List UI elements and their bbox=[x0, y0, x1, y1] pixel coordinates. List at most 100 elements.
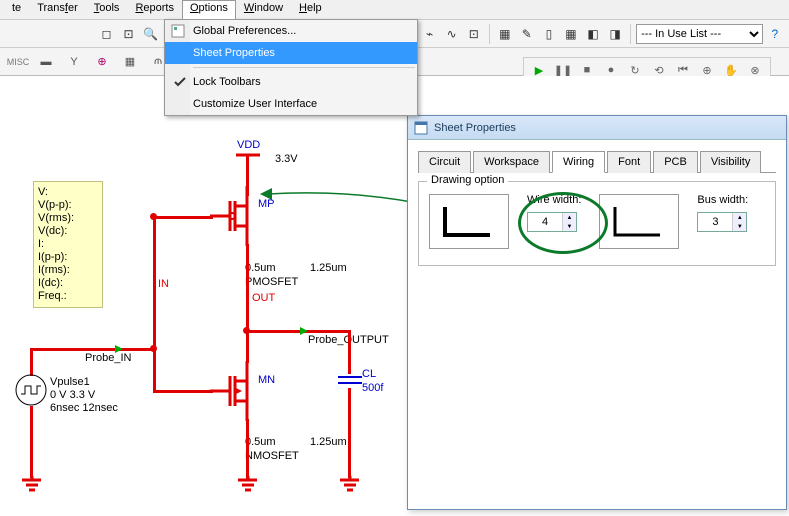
pmos-w: 0.5um bbox=[245, 262, 276, 274]
options-dropdown: Global Preferences... Sheet Properties L… bbox=[164, 19, 418, 116]
probe-in-label: Probe_IN bbox=[85, 352, 131, 364]
wire-in-nmos bbox=[153, 390, 213, 393]
cap-value: 500f bbox=[362, 382, 383, 394]
bus-width-down[interactable]: ▼ bbox=[733, 222, 746, 231]
out-label: OUT bbox=[252, 292, 275, 304]
tool-icon-9[interactable]: ✎ bbox=[517, 23, 537, 45]
drawing-option-legend: Drawing option bbox=[427, 174, 508, 186]
wire-cap-top bbox=[348, 330, 351, 374]
pmos-type: PMOSFET bbox=[245, 276, 298, 288]
pmos-l: 1.25um bbox=[310, 262, 347, 274]
tab-pcb[interactable]: PCB bbox=[653, 151, 698, 173]
bus-preview bbox=[599, 194, 679, 249]
fullscreen-icon[interactable]: ◻ bbox=[96, 23, 116, 45]
sheet-properties-window: Sheet Properties Circuit Workspace Wirin… bbox=[407, 115, 787, 510]
wire-in-src bbox=[30, 348, 156, 351]
comp-icon-3[interactable]: ⊕ bbox=[92, 52, 112, 72]
meter-readout: V: V(p-p): V(rms): V(dc): I: I(p-p): I(r… bbox=[33, 181, 103, 308]
menu-item-transfer[interactable]: Transfer bbox=[29, 0, 86, 19]
tool-icon-13[interactable]: ◨ bbox=[605, 23, 625, 45]
tabs: Circuit Workspace Wiring Font PCB Visibi… bbox=[418, 150, 776, 173]
wire-width-spinner[interactable]: ▲▼ bbox=[527, 212, 577, 232]
gnd-vpulse-icon bbox=[21, 476, 41, 494]
tool-icon-7[interactable]: ⊡ bbox=[464, 23, 484, 45]
zoom-fit-icon[interactable]: ⊡ bbox=[118, 23, 138, 45]
bus-width-input[interactable] bbox=[698, 213, 732, 231]
tool-icon-5[interactable]: ⌁ bbox=[420, 23, 440, 45]
probe-out-arrow-icon bbox=[300, 327, 308, 335]
sheet-properties-titlebar[interactable]: Sheet Properties bbox=[408, 116, 786, 140]
tool-icon-10[interactable]: ▯ bbox=[539, 23, 559, 45]
vdd-bar-icon bbox=[236, 151, 260, 159]
dropdown-lock-toolbars[interactable]: Lock Toolbars bbox=[165, 71, 417, 93]
nmos-name: MN bbox=[258, 374, 275, 386]
nmos-symbol[interactable] bbox=[210, 361, 260, 421]
comp-icon-2[interactable]: Y bbox=[64, 52, 84, 72]
pmos-symbol[interactable] bbox=[210, 186, 260, 246]
wire-cap-bot bbox=[348, 388, 351, 478]
gnd-cap-icon bbox=[339, 476, 359, 494]
menu-item-te[interactable]: te bbox=[4, 0, 29, 19]
bus-width-label: Bus width: bbox=[697, 194, 748, 206]
vdd-label: VDD bbox=[237, 139, 260, 151]
wire-out-mn bbox=[246, 330, 249, 363]
tab-visibility[interactable]: Visibility bbox=[700, 151, 762, 173]
comp-icon-4[interactable]: ▦ bbox=[120, 52, 140, 72]
zoom-in-icon[interactable]: 🔍 bbox=[141, 23, 161, 45]
tab-workspace[interactable]: Workspace bbox=[473, 151, 550, 173]
bus-width-spinner[interactable]: ▲▼ bbox=[697, 212, 747, 232]
help-icon[interactable]: ? bbox=[765, 23, 785, 45]
vpulse-t: 6nsec 12nsec bbox=[50, 402, 118, 414]
wire-in-pmos bbox=[153, 216, 213, 219]
wire-vpulse-top bbox=[30, 348, 33, 376]
wire-width-input[interactable] bbox=[528, 213, 562, 231]
wire-width-up[interactable]: ▲ bbox=[563, 213, 576, 222]
tool-icon-12[interactable]: ◧ bbox=[583, 23, 603, 45]
bus-width-up[interactable]: ▲ bbox=[733, 213, 746, 222]
tool-icon-11[interactable]: ▦ bbox=[561, 23, 581, 45]
in-use-list-select[interactable]: --- In Use List --- bbox=[636, 24, 763, 44]
vpulse-v: 0 V 3.3 V bbox=[50, 389, 95, 401]
menu-item-options[interactable]: Options bbox=[182, 0, 236, 19]
wire-width-label: Wire width: bbox=[527, 194, 581, 206]
vpulse-symbol[interactable] bbox=[15, 374, 47, 406]
tab-circuit[interactable]: Circuit bbox=[418, 151, 471, 173]
cap-name: CL bbox=[362, 368, 376, 380]
nmos-l: 1.25um bbox=[310, 436, 347, 448]
menu-item-help[interactable]: Help bbox=[291, 0, 330, 19]
dropdown-customize-ui[interactable]: Customize User Interface bbox=[165, 93, 417, 115]
window-icon bbox=[414, 121, 428, 135]
wire-mn-gnd bbox=[246, 419, 249, 479]
menu-item-tools[interactable]: Tools bbox=[86, 0, 128, 19]
wire-mp-out bbox=[246, 244, 249, 332]
gnd-nmos-icon bbox=[237, 476, 257, 494]
tool-icon-8[interactable]: ▦ bbox=[495, 23, 515, 45]
node-in-top bbox=[150, 213, 157, 220]
menu-item-reports[interactable]: Reports bbox=[127, 0, 182, 19]
node-in-mid bbox=[150, 345, 157, 352]
drawing-option-fieldset: Drawing option Wire width: ▲▼ Bus width: bbox=[418, 181, 776, 266]
tab-font[interactable]: Font bbox=[607, 151, 651, 173]
menu-item-window[interactable]: Window bbox=[236, 0, 291, 19]
nmos-type: NMOSFET bbox=[245, 450, 299, 462]
wire-out-h bbox=[246, 330, 351, 333]
menubar: te Transfer Tools Reports Options Window… bbox=[0, 0, 789, 20]
sheet-properties-title: Sheet Properties bbox=[434, 122, 516, 134]
vdd-value: 3.3V bbox=[275, 153, 298, 165]
comp-icon-1[interactable]: ▬ bbox=[36, 52, 56, 72]
tool-icon-6[interactable]: ∿ bbox=[442, 23, 462, 45]
in-label: IN bbox=[158, 278, 169, 290]
nmos-w: 0.5um bbox=[245, 436, 276, 448]
prefs-icon bbox=[171, 24, 185, 38]
check-icon bbox=[173, 75, 187, 89]
wire-width-down[interactable]: ▼ bbox=[563, 222, 576, 231]
tab-wiring[interactable]: Wiring bbox=[552, 151, 605, 173]
dropdown-sheet-properties[interactable]: Sheet Properties bbox=[165, 42, 417, 64]
capacitor-symbol[interactable] bbox=[338, 373, 362, 389]
misc-label: MISC bbox=[8, 52, 28, 72]
dropdown-global-prefs[interactable]: Global Preferences... bbox=[165, 20, 417, 42]
dropdown-separator bbox=[193, 67, 415, 68]
wire-vpulse-bot bbox=[30, 406, 33, 478]
wire-preview bbox=[429, 194, 509, 249]
wire-in-v bbox=[153, 216, 156, 392]
